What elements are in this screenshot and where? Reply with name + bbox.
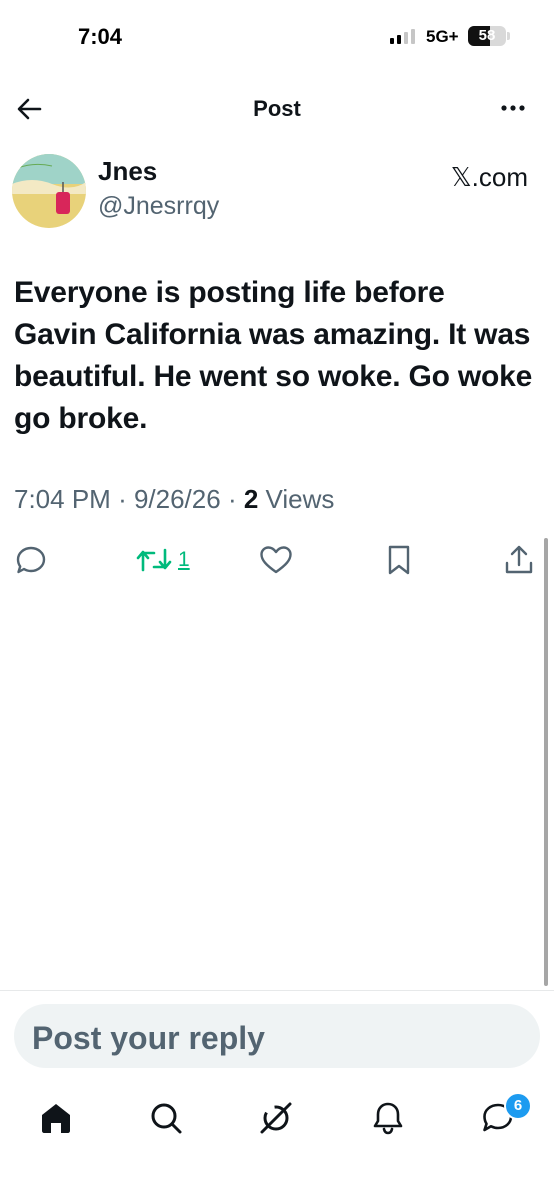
views-label[interactable]: Views [266, 484, 335, 514]
bookmark-icon [388, 545, 410, 575]
page-title: Post [253, 96, 301, 121]
reply-input[interactable]: Post your reply [14, 1004, 540, 1068]
network-type: 5G+ [426, 27, 459, 46]
battery-level: 58 [478, 27, 496, 44]
views-count[interactable]: 2 [244, 484, 258, 514]
author-row: Jnes @Jnesrrqy 𝕏.com [0, 148, 554, 238]
avatar[interactable] [12, 154, 86, 228]
battery-icon: 58 [468, 26, 506, 46]
bookmark-button[interactable] [382, 540, 416, 580]
post-meta: 7:04 PM · 9/26/26 · 2 Views [14, 484, 335, 514]
post-actions: 1 [0, 540, 554, 584]
retweet-icon [136, 548, 172, 572]
post-header: Post [0, 84, 554, 132]
home-icon[interactable] [36, 1098, 76, 1138]
heart-icon [260, 546, 292, 574]
post-time[interactable]: 7:04 PM [14, 484, 111, 514]
more-options-icon[interactable] [496, 94, 530, 122]
source-label: 𝕏.com [450, 162, 528, 192]
post-date[interactable]: 9/26/26 [134, 484, 221, 514]
post-text: Everyone is posting life before Gavin Ca… [14, 276, 533, 435]
reply-icon [16, 546, 46, 574]
author-name[interactable]: Jnes [98, 156, 157, 187]
author-handle[interactable]: @Jnesrrqy [98, 192, 219, 221]
status-time: 7:04 [78, 24, 123, 49]
bottom-nav: 6 [0, 1090, 554, 1150]
reply-placeholder: Post your reply [32, 1020, 265, 1056]
share-button[interactable] [502, 540, 536, 580]
scrollbar[interactable] [544, 538, 548, 986]
like-button[interactable] [258, 540, 294, 580]
signal-icon [390, 28, 415, 44]
divider [0, 990, 554, 991]
search-icon[interactable] [146, 1098, 186, 1138]
reply-button[interactable] [14, 540, 48, 580]
grok-icon[interactable] [256, 1098, 296, 1138]
notifications-icon[interactable] [368, 1098, 408, 1138]
status-bar: 7:04 5G+ 58 [0, 0, 554, 74]
retweet-button[interactable]: 1 [134, 540, 190, 580]
share-icon [505, 545, 533, 574]
messages-badge: 6 [504, 1092, 532, 1120]
retweet-count[interactable]: 1 [178, 548, 190, 572]
